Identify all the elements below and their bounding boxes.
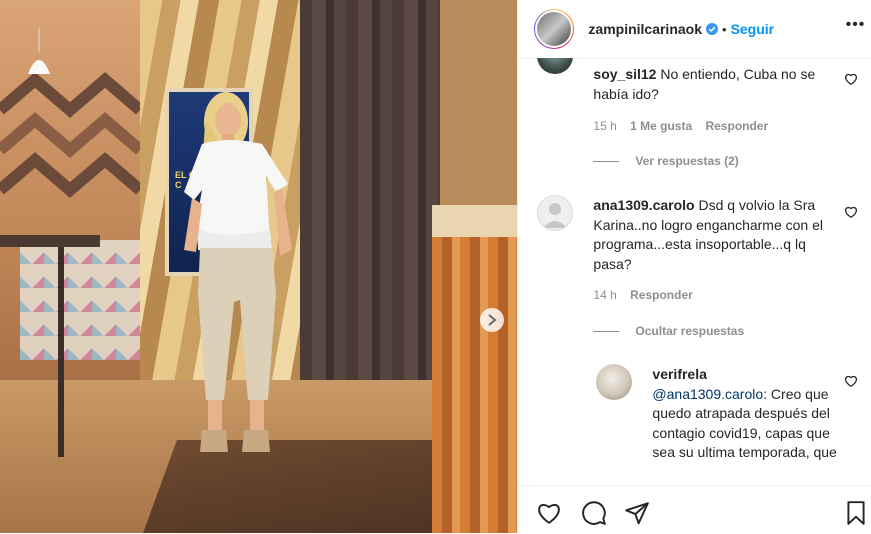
- verified-badge-icon: [706, 23, 718, 35]
- reply-username[interactable]: verifrela: [652, 366, 706, 382]
- reply-mention[interactable]: @ana1309.carolo: [652, 386, 763, 402]
- paper-plane-icon[interactable]: [624, 500, 650, 526]
- reply-text: verifrela @ana1309.carolo: Creo que qued…: [652, 365, 842, 463]
- separator-dot: •: [722, 21, 727, 37]
- woman-figure: [184, 92, 292, 452]
- chevron-right-icon: [488, 314, 497, 326]
- post-sidebar: zampinilcarinaok • Seguir ••• soy_sil12 …: [517, 0, 871, 534]
- reply-avatar[interactable]: [596, 364, 633, 400]
- like-comment-heart-icon[interactable]: [844, 72, 858, 86]
- comment-text: ana1309.carolo Dsd q volvio la Sra Karin…: [593, 196, 843, 274]
- studio-table-leg: [58, 247, 64, 457]
- view-replies-toggle[interactable]: Ver respuestas (2): [593, 154, 739, 168]
- comment-icon[interactable]: [581, 500, 607, 526]
- comment-username[interactable]: ana1309.carolo: [593, 197, 694, 213]
- commenter-avatar[interactable]: [537, 195, 574, 231]
- author-avatar[interactable]: [534, 9, 575, 49]
- comments-list[interactable]: soy_sil12 No entiendo, Cuba no se había …: [518, 58, 871, 485]
- hide-replies-label: Ocultar respuestas: [635, 324, 745, 338]
- follow-button[interactable]: Seguir: [731, 21, 775, 37]
- reply-button[interactable]: Responder: [630, 288, 693, 302]
- mosaic-panel: [20, 240, 140, 360]
- post-action-bar: [518, 485, 871, 534]
- wall-zigzag-decor: [0, 72, 140, 198]
- replies-divider: [593, 160, 620, 162]
- heart-icon[interactable]: [536, 500, 562, 526]
- like-comment-heart-icon[interactable]: [844, 374, 858, 388]
- comment-meta: 15 h 1 Me gusta Responder: [593, 119, 768, 133]
- next-photo-button[interactable]: [480, 308, 504, 332]
- shelf-top: [432, 205, 518, 237]
- comment-meta: 14 h Responder: [593, 288, 692, 302]
- studio-table: [0, 235, 100, 247]
- like-comment-heart-icon[interactable]: [844, 205, 858, 219]
- author-username[interactable]: zampinilcarinaok: [588, 21, 702, 37]
- instagram-post-view: EL GRAN DE LA C: [0, 0, 871, 534]
- comment-username[interactable]: soy_sil12: [593, 66, 656, 82]
- ceiling-lamp: [28, 28, 50, 74]
- commenter-avatar[interactable]: [537, 58, 574, 74]
- post-photo[interactable]: EL GRAN DE LA C: [0, 0, 518, 533]
- curtain: [300, 0, 440, 440]
- view-replies-label: Ver respuestas (2): [635, 154, 739, 168]
- bookmark-icon[interactable]: [843, 500, 869, 526]
- reply-button[interactable]: Responder: [705, 119, 768, 133]
- orange-shelf: [432, 205, 518, 533]
- comment-time: 15 h: [593, 119, 617, 133]
- comment-likes[interactable]: 1 Me gusta: [630, 119, 692, 133]
- default-avatar-icon: [543, 203, 568, 228]
- more-options-icon[interactable]: •••: [846, 16, 866, 34]
- comment-time: 14 h: [593, 288, 617, 302]
- hide-replies-toggle[interactable]: Ocultar respuestas: [593, 324, 744, 338]
- comment-text: soy_sil12 No entiendo, Cuba no se había …: [593, 65, 841, 104]
- post-header: zampinilcarinaok • Seguir •••: [518, 0, 871, 59]
- replies-divider: [593, 330, 620, 332]
